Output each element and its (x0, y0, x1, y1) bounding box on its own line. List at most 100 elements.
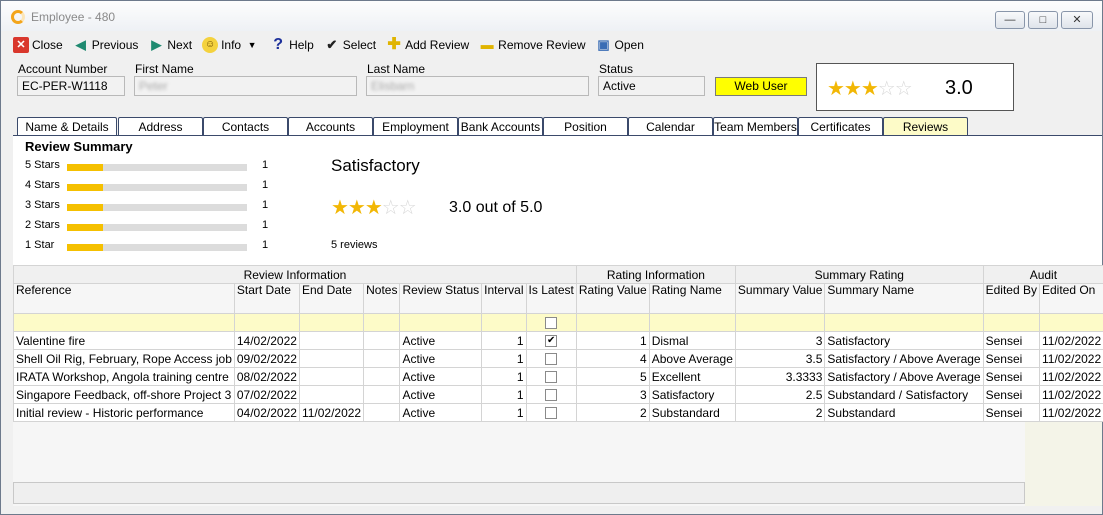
account-number-label: Account Number (18, 62, 108, 76)
remove-review-button[interactable]: ▬ Remove Review (479, 35, 586, 55)
column-header[interactable]: Is Latest (525, 283, 577, 314)
column-header[interactable]: Start Date (233, 283, 300, 314)
tab-bank-accounts[interactable]: Bank Accounts (458, 117, 543, 136)
web-user-button[interactable]: Web User (715, 77, 807, 96)
column-header[interactable]: Summary Name (824, 283, 984, 314)
first-name-field[interactable]: Peter (134, 76, 357, 96)
is-latest-checkbox[interactable] (545, 371, 558, 384)
edited-on-cell: 11/02/2022 (1038, 403, 1103, 422)
filter-cell[interactable] (734, 313, 826, 332)
edited-by-cell: Sensei (982, 331, 1040, 350)
filter-checkbox[interactable] (545, 317, 558, 330)
filter-cell[interactable] (648, 313, 736, 332)
tab-employment[interactable]: Employment (373, 117, 458, 136)
table-row[interactable]: Shell Oil Rig, February, Rope Access job… (13, 349, 1103, 368)
edited-on-cell: 11/02/2022 (1038, 385, 1103, 404)
tab-name-details[interactable]: Name & Details (17, 117, 117, 136)
filter-cell[interactable] (525, 313, 577, 332)
tab-address[interactable]: Address (118, 117, 203, 136)
table-row[interactable]: Singapore Feedback, off-shore Project 30… (13, 385, 1103, 404)
select-button[interactable]: ✔ Select (324, 35, 376, 55)
filter-cell[interactable] (575, 313, 650, 332)
filter-cell[interactable] (233, 313, 300, 332)
summary-value-cell: 2 (734, 403, 826, 422)
is-latest-checkbox[interactable]: ✔ (545, 335, 558, 348)
is-latest-checkbox[interactable] (545, 353, 558, 366)
table-row[interactable]: Valentine fire 14/02/2022 Active 1 ✔ 1 Dismal 3… (13, 331, 1103, 350)
status-field[interactable]: Active (598, 76, 705, 96)
add-review-button[interactable]: ✚ Add Review (386, 35, 469, 55)
previous-button[interactable]: ◀ Previous (73, 35, 139, 55)
start-cell: 08/02/2022 (233, 367, 300, 386)
summary-value-cell: 2.5 (734, 385, 826, 404)
info-button[interactable]: ☺ Info ▼ (202, 35, 260, 55)
table-row[interactable]: Initial review - Historic performance 04/… (13, 403, 1103, 422)
tab-contacts[interactable]: Contacts (203, 117, 288, 136)
tab-reviews[interactable]: Reviews (883, 117, 968, 136)
star-level-count: 1 (262, 159, 269, 171)
column-header[interactable]: Rating Name (648, 283, 736, 314)
star-level-bar (67, 204, 247, 211)
is-latest-checkbox[interactable] (545, 389, 558, 402)
filter-cell[interactable] (824, 313, 984, 332)
column-header[interactable]: End Date (298, 283, 365, 314)
star-level-count: 1 (262, 239, 269, 251)
column-group-header: Rating Information (575, 265, 736, 284)
filter-cell[interactable] (399, 313, 483, 332)
first-name-value: Peter (139, 79, 168, 93)
tab-calendar[interactable]: Calendar (628, 117, 713, 136)
next-label: Next (167, 38, 193, 52)
close-window-button[interactable]: ✕ (1061, 11, 1093, 29)
filter-cell[interactable] (481, 313, 527, 332)
tab-position[interactable]: Position (543, 117, 628, 136)
column-header[interactable]: Edited On (1038, 283, 1103, 314)
filter-cell[interactable] (1038, 313, 1103, 332)
filter-cell[interactable] (982, 313, 1040, 332)
rating-name-cell: Excellent (648, 367, 736, 386)
next-button[interactable]: ▶ Next (148, 35, 192, 55)
app-logo-icon (11, 10, 25, 24)
column-header[interactable]: Review Status (399, 283, 483, 314)
is-latest-cell (525, 403, 577, 422)
column-header[interactable]: Notes (363, 283, 401, 314)
tab-accounts[interactable]: Accounts (288, 117, 373, 136)
is-latest-cell (525, 349, 577, 368)
star-level-bar (67, 184, 247, 191)
horizontal-scrollbar[interactable] (13, 482, 1025, 504)
minimize-button[interactable]: — (995, 11, 1025, 29)
help-button[interactable]: ? Help (270, 35, 314, 55)
column-header[interactable]: Rating Value (575, 283, 650, 314)
open-button[interactable]: ▣ Open (596, 35, 644, 55)
summary-value-cell: 3 (734, 331, 826, 350)
filter-cell[interactable] (13, 313, 235, 332)
end-cell (298, 349, 365, 368)
column-header[interactable]: Interval (481, 283, 527, 314)
first-name-label: First Name (135, 62, 194, 76)
edited-by-cell: Sensei (982, 367, 1040, 386)
is-latest-cell (525, 385, 577, 404)
close-button[interactable]: ✕ Close (13, 35, 63, 55)
edited-by-cell: Sensei (982, 349, 1040, 368)
table-row[interactable]: IRATA Workshop, Angola training centre 08… (13, 367, 1103, 386)
is-latest-checkbox[interactable] (545, 407, 558, 420)
chevron-down-icon[interactable]: ▼ (247, 37, 257, 53)
interval-cell: 1 (481, 349, 527, 368)
column-header[interactable]: Summary Value (734, 283, 826, 314)
tab-certificates[interactable]: Certificates (798, 117, 883, 136)
notes-cell (363, 331, 401, 350)
star-breakdown-row: 1 Star 1 (25, 238, 285, 254)
account-number-field[interactable]: EC-PER-W1118 (17, 76, 125, 96)
filter-cell[interactable] (363, 313, 401, 332)
last-name-field[interactable]: Elisbarn (366, 76, 589, 96)
rating-value-cell: 5 (575, 367, 650, 386)
tab-team-members[interactable]: Team Members (713, 117, 798, 136)
star-level-bar-fill (67, 244, 103, 251)
column-header[interactable]: Edited By (982, 283, 1040, 314)
reference-cell: Initial review - Historic performance (13, 403, 235, 422)
status-cell: Active (399, 349, 483, 368)
star-level-bar-fill (67, 204, 103, 211)
filter-cell[interactable] (298, 313, 365, 332)
end-cell (298, 367, 365, 386)
column-header[interactable]: Reference (13, 283, 235, 314)
maximize-button[interactable]: □ (1028, 11, 1058, 29)
